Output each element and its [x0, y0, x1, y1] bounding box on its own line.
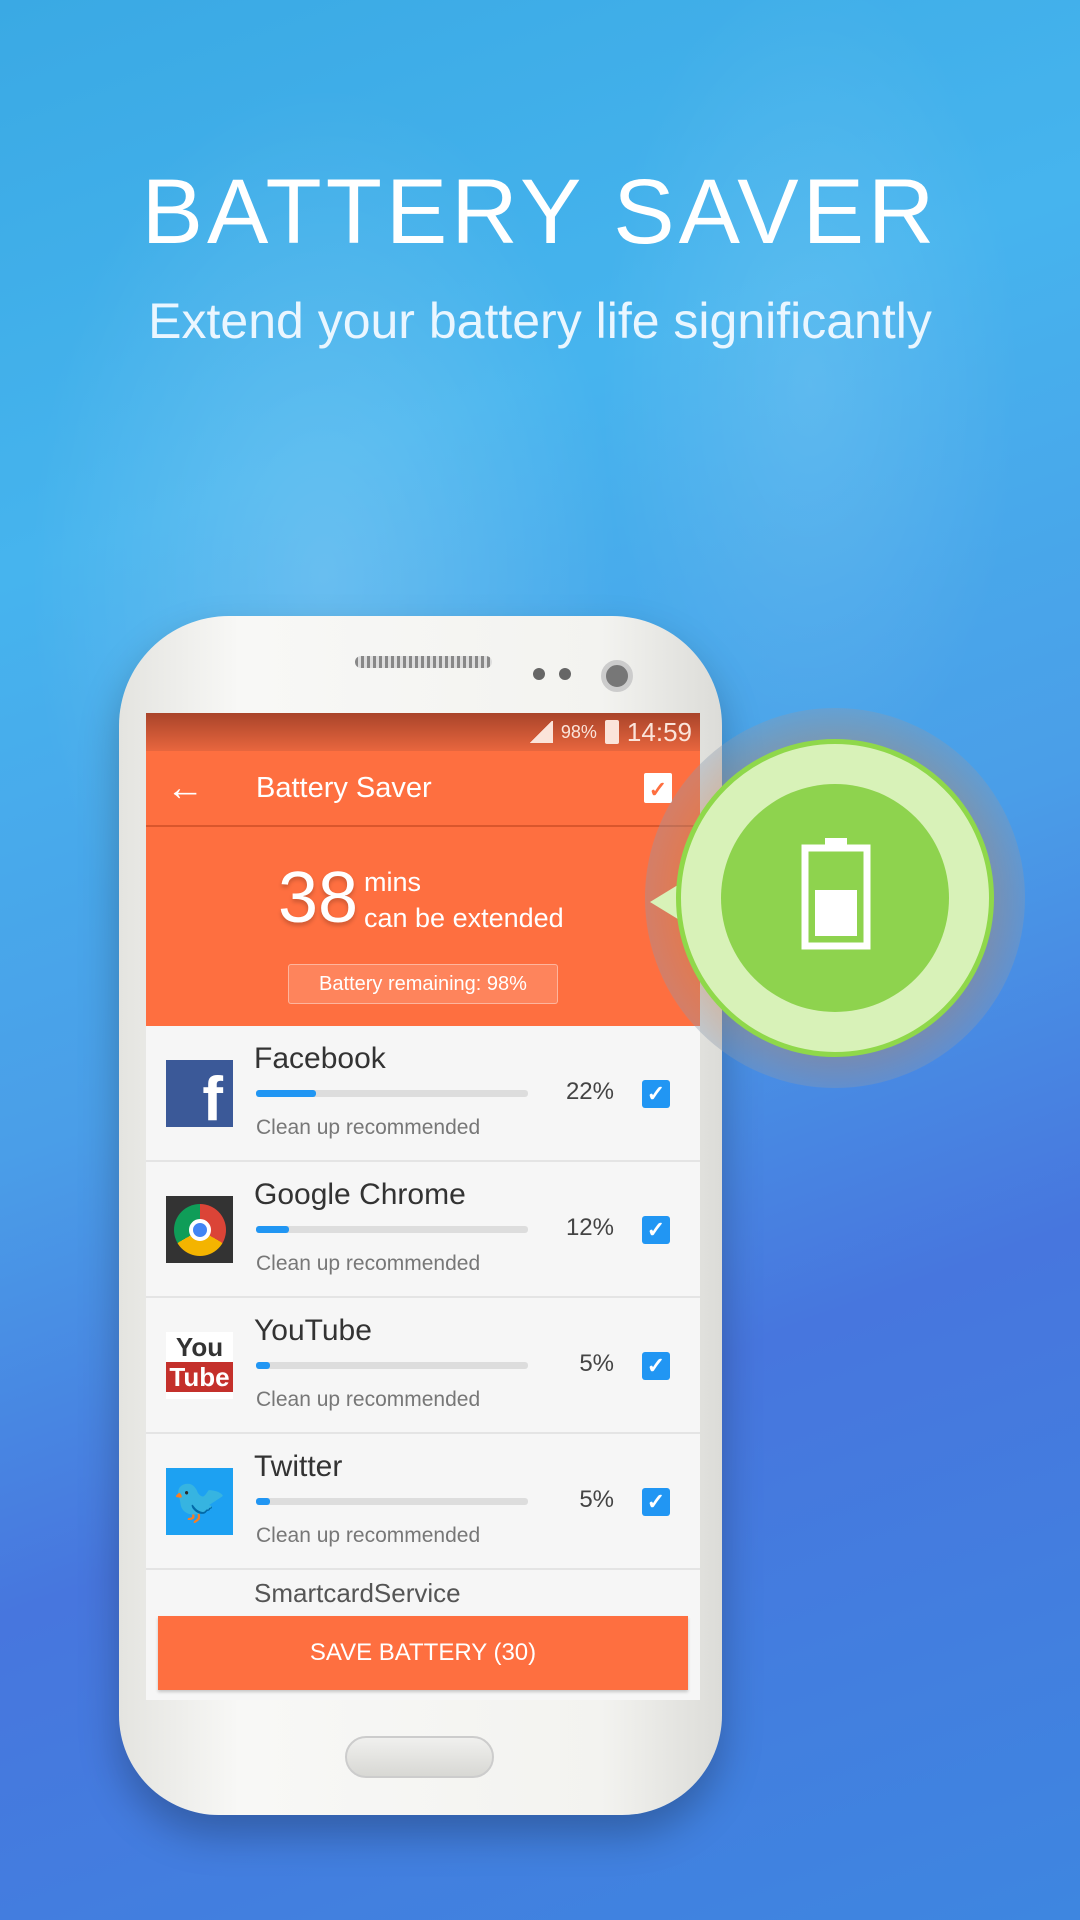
battery-remaining-badge: Battery remaining: 98%	[288, 964, 558, 1004]
promo-title: BATTERY SAVER	[141, 161, 939, 263]
battery-badge	[676, 739, 994, 1057]
app-list: f Facebook Clean up recommended 22% ✓ Go…	[146, 1026, 700, 1570]
usage-bar	[256, 1090, 528, 1097]
battery-percent: 98%	[560, 721, 597, 742]
app-name: Twitter	[254, 1450, 343, 1483]
hero-summary: 38 mins can be extended Battery remainin…	[146, 827, 700, 1026]
sensor-icon	[533, 668, 545, 680]
promo-subtitle: Extend your battery life significantly	[148, 293, 932, 349]
battery-icon	[604, 720, 619, 744]
app-note: Clean up recommended	[256, 1524, 481, 1547]
usage-bar	[256, 1226, 528, 1233]
usage-percent: 5%	[579, 1350, 614, 1377]
list-item[interactable]: Google Chrome Clean up recommended 12% ✓	[146, 1162, 700, 1298]
app-name: YouTube	[254, 1314, 372, 1347]
app-note: Clean up recommended	[256, 1388, 481, 1411]
app-icon: f	[166, 1060, 233, 1127]
save-battery-button[interactable]: SAVE BATTERY (30)	[158, 1616, 688, 1690]
checkbox[interactable]: ✓	[642, 1080, 670, 1108]
status-bar: 98% 14:59	[146, 713, 700, 751]
speaker-grille	[355, 656, 492, 668]
extended-caption: can be extended	[364, 903, 564, 933]
usage-bar	[256, 1362, 528, 1369]
app-icon	[166, 1196, 233, 1263]
app-name: Google Chrome	[254, 1178, 466, 1211]
app-note: Clean up recommended	[256, 1116, 481, 1139]
minutes-value: 38	[278, 858, 359, 938]
toolbar: ← Battery Saver ✓	[146, 751, 700, 827]
camera-icon	[601, 660, 633, 692]
app-screen: 98% 14:59 ← Battery Saver ✓ 38 mins can …	[146, 713, 700, 1700]
app-icon: 🐦	[166, 1468, 233, 1535]
usage-percent: 5%	[579, 1486, 614, 1513]
app-icon: You Tube	[166, 1332, 233, 1399]
usage-bar	[256, 1498, 528, 1505]
list-item[interactable]: f Facebook Clean up recommended 22% ✓	[146, 1026, 700, 1162]
clock: 14:59	[626, 716, 692, 747]
toolbar-title: Battery Saver	[256, 771, 432, 804]
list-item[interactable]: You Tube YouTube Clean up recommended 5% …	[146, 1298, 700, 1434]
home-button[interactable]	[345, 1736, 494, 1778]
battery-icon	[801, 838, 871, 950]
list-item[interactable]: 🐦 Twitter Clean up recommended 5% ✓	[146, 1434, 700, 1570]
signal-icon	[528, 721, 553, 743]
checkbox[interactable]: ✓	[642, 1216, 670, 1244]
minutes-unit: mins	[364, 867, 422, 897]
app-name: Facebook	[254, 1042, 386, 1075]
arrow-left-icon[interactable]: ←	[146, 767, 256, 810]
usage-percent: 12%	[565, 1214, 614, 1241]
app-name: SmartcardService	[254, 1578, 461, 1608]
usage-percent: 22%	[565, 1078, 614, 1105]
checkbox[interactable]: ✓	[642, 1352, 670, 1380]
checklist-icon[interactable]: ✓	[644, 773, 672, 803]
checkbox[interactable]: ✓	[642, 1488, 670, 1516]
app-note: Clean up recommended	[256, 1252, 481, 1275]
sensor-icon	[559, 668, 571, 680]
